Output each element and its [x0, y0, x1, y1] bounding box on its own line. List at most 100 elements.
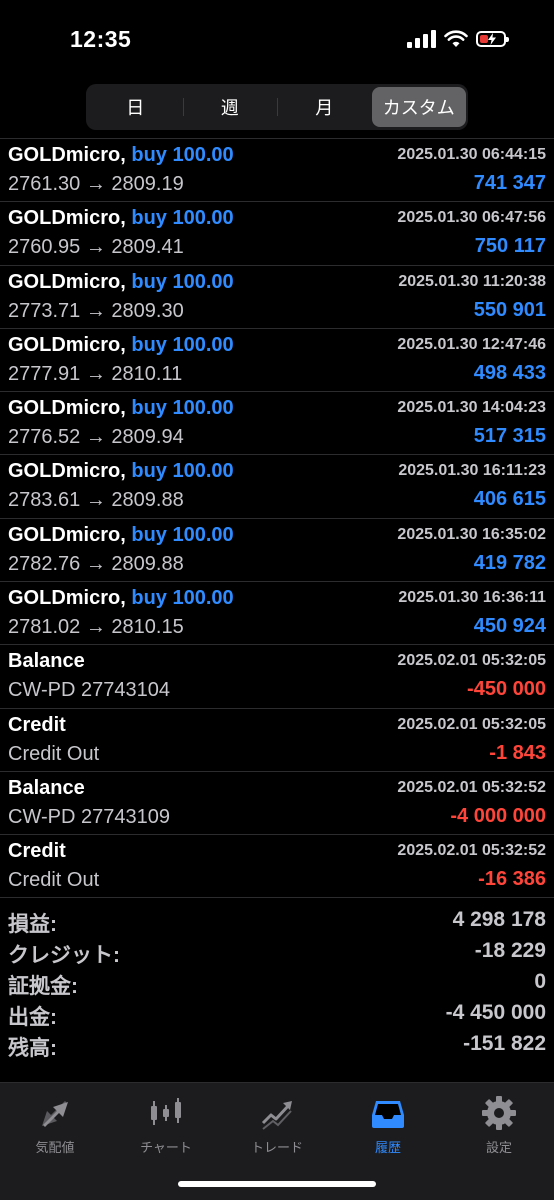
tab-settings[interactable]: 設定	[449, 1093, 549, 1156]
row-title: Balance	[8, 650, 85, 673]
history-row[interactable]: GOLDmicro, buy 100.00 2025.01.30 14:04:23…	[0, 391, 554, 454]
history-list: GOLDmicro, buy 100.00 2025.01.30 06:44:15…	[0, 138, 554, 898]
segment-day[interactable]: 日	[88, 87, 183, 127]
history-row[interactable]: Balance 2025.02.01 05:32:52 CW-PD 27743109…	[0, 770, 554, 834]
row-symbol: GOLDmicro,	[8, 207, 126, 230]
summary-margin-value: 0	[534, 970, 546, 993]
charging-bolt-icon	[488, 33, 496, 45]
trade-icon	[261, 1101, 292, 1130]
row-amount: -450 000	[467, 678, 546, 701]
history-row[interactable]: Balance 2025.02.01 05:32:05 CW-PD 27743104…	[0, 644, 554, 707]
status-bar: 12:35	[0, 0, 554, 80]
row-amount: 741 347	[473, 172, 546, 194]
segment-week[interactable]: 週	[182, 87, 278, 127]
row-title: Balance	[8, 777, 85, 800]
row-time: 2025.02.01 05:32:05	[397, 652, 546, 670]
row-symbol: Credit	[8, 840, 66, 863]
row-symbol: GOLDmicro,	[8, 523, 126, 546]
history-row[interactable]: Credit 2025.02.01 05:32:52 Credit Out -16 3…	[0, 834, 554, 897]
row-description: 2760.95 → 2809.41	[8, 236, 184, 259]
row-time: 2025.02.01 05:32:52	[397, 778, 546, 796]
tab-trade[interactable]: トレード	[227, 1093, 327, 1156]
tab-quotes[interactable]: 気配値	[5, 1093, 105, 1156]
row-description: 2782.76 → 2809.88	[8, 552, 184, 575]
row-title: GOLDmicro, buy 100.00	[8, 524, 234, 547]
summary-profit-value: 4 298 178	[452, 908, 546, 931]
row-description: Credit Out	[8, 869, 100, 892]
row-time: 2025.01.30 11:20:38	[398, 272, 546, 290]
row-title: Credit	[8, 714, 66, 737]
summary-balance-value: -151 822	[463, 1032, 546, 1055]
tab-history[interactable]: 履歴	[338, 1093, 438, 1156]
row-title: GOLDmicro, buy 100.00	[8, 460, 234, 483]
summary-withdrawal-value: -4 450 000	[445, 1001, 546, 1024]
history-row[interactable]: GOLDmicro, buy 100.00 2025.01.30 16:36:11…	[0, 581, 554, 644]
summary-credit-row: クレジット: -18 229	[0, 937, 554, 968]
history-row[interactable]: GOLDmicro, buy 100.00 2025.01.30 06:44:15…	[0, 138, 554, 201]
segment-custom[interactable]: カスタム	[371, 87, 466, 127]
row-time: 2025.01.30 16:35:02	[397, 525, 546, 543]
row-symbol: GOLDmicro,	[8, 460, 126, 483]
row-title: GOLDmicro, buy 100.00	[8, 397, 234, 420]
row-symbol: GOLDmicro,	[8, 333, 126, 356]
row-symbol: GOLDmicro,	[8, 397, 126, 420]
row-description: 2773.71 → 2809.30	[8, 299, 184, 322]
row-amount: 419 782	[473, 551, 546, 574]
row-description: 2777.91 → 2810.11	[8, 362, 183, 385]
row-time: 2025.01.30 06:47:56	[397, 209, 546, 227]
row-title: Credit	[8, 840, 66, 863]
segment-month[interactable]: 月	[277, 87, 372, 127]
row-time: 2025.02.01 05:32:05	[397, 715, 546, 733]
summary-withdrawal-label: 出金:	[8, 1006, 57, 1029]
summary-margin-label: 証拠金:	[8, 975, 78, 998]
tab-chart[interactable]: チャート	[116, 1093, 216, 1156]
row-description: Credit Out	[8, 742, 100, 765]
row-time: 2025.01.30 06:44:15	[397, 146, 546, 163]
history-row[interactable]: GOLDmicro, buy 100.00 2025.01.30 11:20:38…	[0, 264, 554, 328]
wifi-icon	[444, 30, 468, 47]
row-time: 2025.01.30 14:04:23	[397, 399, 546, 417]
row-title: GOLDmicro, buy 100.00	[8, 334, 234, 357]
row-amount: 406 615	[473, 488, 546, 511]
quotes-icon	[42, 1101, 68, 1127]
row-action: buy 100.00	[131, 333, 234, 356]
row-amount: -16 386	[478, 868, 546, 891]
row-description: CW-PD 27743109	[8, 805, 170, 828]
history-row[interactable]: GOLDmicro, buy 100.00 2025.01.30 12:47:46…	[0, 327, 554, 391]
home-indicator	[178, 1181, 376, 1187]
row-description: 2776.52 → 2809.94	[8, 426, 184, 449]
row-amount: 450 924	[473, 615, 546, 638]
row-symbol: GOLDmicro,	[8, 587, 126, 610]
settings-icon	[482, 1096, 516, 1130]
row-description: 2781.02 → 2810.15	[8, 616, 184, 639]
row-title: GOLDmicro, buy 100.00	[8, 271, 234, 294]
battery-icon	[476, 31, 509, 47]
summary-balance-label: 残高:	[8, 1037, 57, 1060]
row-time: 2025.01.30 16:36:11	[398, 589, 546, 607]
history-row[interactable]: GOLDmicro, buy 100.00 2025.01.30 16:35:02…	[0, 517, 554, 581]
row-time: 2025.01.30 16:11:23	[398, 462, 546, 480]
row-action: buy 100.00	[131, 460, 234, 483]
row-symbol: Balance	[8, 776, 85, 799]
summary-profit-row: 損益: 4 298 178	[0, 906, 554, 937]
row-symbol: GOLDmicro,	[8, 144, 126, 166]
history-summary: 損益: 4 298 178 クレジット: -18 229 証拠金: 0 出金: …	[0, 897, 554, 1061]
row-description: 2761.30 → 2809.19	[8, 173, 184, 195]
row-symbol: Balance	[8, 650, 85, 673]
row-description: CW-PD 27743104	[8, 679, 170, 702]
row-amount: 750 117	[474, 235, 546, 258]
summary-balance-row: 残高: -151 822	[0, 1030, 554, 1061]
history-icon	[372, 1101, 404, 1128]
cellular-signal-icon	[407, 30, 436, 48]
period-segmented-control: 日 週 月 カスタム	[86, 84, 468, 130]
chart-icon	[151, 1098, 181, 1125]
history-row[interactable]: Credit 2025.02.01 05:32:05 Credit Out -1 84…	[0, 707, 554, 771]
row-action: buy 100.00	[131, 144, 234, 166]
row-amount: 550 901	[473, 298, 546, 321]
history-row[interactable]: GOLDmicro, buy 100.00 2025.01.30 16:11:23…	[0, 454, 554, 517]
summary-profit-label: 損益:	[8, 913, 57, 936]
tab-history-label: 履歴	[374, 1140, 401, 1155]
history-row[interactable]: GOLDmicro, buy 100.00 2025.01.30 06:47:56…	[0, 201, 554, 264]
row-action: buy 100.00	[131, 523, 234, 546]
row-amount: 498 433	[473, 361, 546, 384]
